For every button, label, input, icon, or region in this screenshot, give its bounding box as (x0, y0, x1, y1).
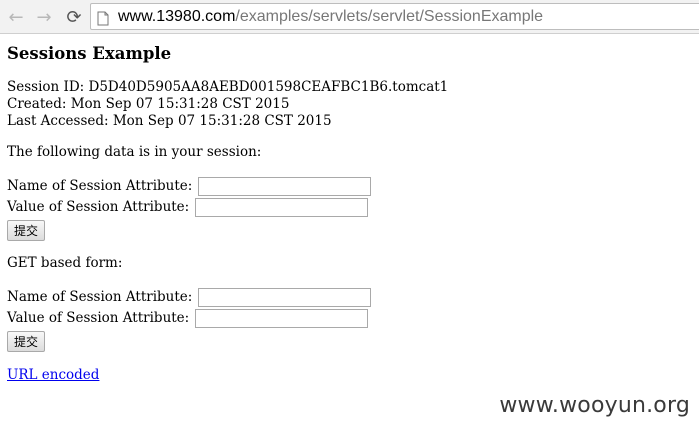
name-label: Name of Session Attribute: (7, 178, 193, 194)
url-encoded-container: URL encoded (7, 367, 687, 384)
watermark: www.wooyun.org (499, 393, 690, 418)
get-form-heading: GET based form: (7, 255, 123, 271)
get-submit-button[interactable]: 提交 (7, 331, 46, 352)
back-arrow-icon[interactable]: ← (4, 5, 28, 29)
session-id: Session ID: D5D40D5905AA8AEBD001598CEAFB… (7, 79, 449, 95)
name-input[interactable] (198, 177, 372, 196)
value-input[interactable] (195, 198, 369, 217)
last-accessed-time: Last Accessed: Mon Sep 07 15:31:28 CST 2… (7, 113, 332, 129)
url-text: www.13980.com/examples/servlets/servlet/… (118, 4, 543, 29)
page-title: Sessions Example (7, 44, 172, 63)
page-content: Sessions Example Session ID: D5D40D5905A… (7, 34, 687, 384)
get-name-input[interactable] (198, 288, 372, 307)
forward-arrow-icon[interactable]: → (32, 5, 56, 29)
address-bar[interactable]: www.13980.com/examples/servlets/servlet/… (90, 3, 699, 30)
page-icon (97, 9, 109, 29)
created-time: Created: Mon Sep 07 15:31:28 CST 2015 (7, 96, 290, 112)
get-value-label: Value of Session Attribute: (7, 310, 190, 326)
get-name-label: Name of Session Attribute: (7, 289, 193, 305)
get-value-input[interactable] (195, 309, 369, 328)
reload-icon[interactable]: ⟳ (62, 5, 86, 29)
url-host: www.13980.com (118, 8, 236, 25)
browser-toolbar: ← → ⟳ www.13980.com/examples/servlets/se… (0, 0, 699, 34)
url-encoded-link[interactable]: URL encoded (7, 367, 99, 383)
session-info: Session ID: D5D40D5905AA8AEBD001598CEAFB… (7, 79, 687, 130)
submit-button[interactable]: 提交 (7, 220, 46, 241)
value-label: Value of Session Attribute: (7, 199, 190, 215)
post-form: Name of Session Attribute: Value of Sess… (7, 176, 687, 241)
get-form: Name of Session Attribute: Value of Sess… (7, 287, 687, 352)
url-path: /examples/servlets/servlet/SessionExampl… (235, 8, 544, 25)
session-data-heading: The following data is in your session: (7, 144, 262, 160)
